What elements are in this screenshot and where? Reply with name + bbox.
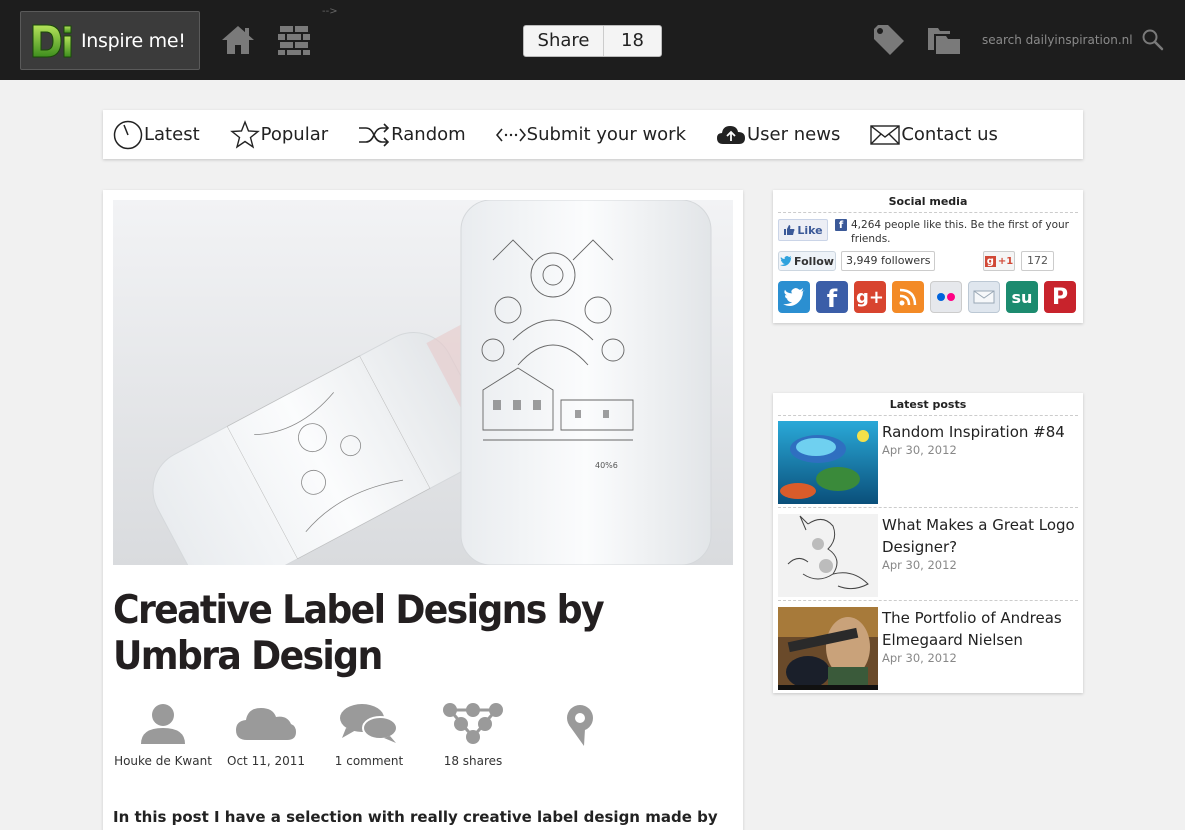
facebook-like-button[interactable]: Like [778, 219, 828, 241]
thumbs-up-icon [784, 225, 795, 235]
star-icon [229, 119, 260, 149]
divider [778, 507, 1078, 508]
latest-posts-widget: Latest posts Random Inspiration #84 Apr … [773, 393, 1083, 693]
meta-location[interactable] [521, 702, 631, 752]
inspire-me-button[interactable]: Inspire me! [20, 11, 200, 70]
gplus-label: +1 [997, 255, 1014, 267]
latest-post-title[interactable]: What Makes a Great Logo Designer? [882, 514, 1078, 558]
facebook-like-text: 4,264 people like this. Be the first of … [851, 219, 1069, 245]
latest-post-date: Apr 30, 2012 [882, 651, 957, 665]
brick-wall-icon[interactable] [278, 25, 310, 59]
share-count: 18 [621, 30, 644, 51]
social-media-heading: Social media [778, 190, 1078, 213]
nav-label: Submit your work [526, 124, 686, 145]
post-title[interactable]: Creative Label Designs by Umbra Design [113, 588, 680, 680]
twitter-follow-button[interactable]: Follow [778, 251, 836, 271]
stumbleupon-icon[interactable]: su [1006, 281, 1038, 313]
divider [778, 600, 1078, 601]
latest-post-thumbnail[interactable] [778, 421, 878, 504]
nav-item-popular[interactable]: Popular [229, 119, 329, 150]
google-plus-one-button[interactable]: g +1 [983, 251, 1015, 271]
twitter-follow-label: Follow [794, 254, 834, 268]
clock-icon [113, 120, 143, 149]
share-label: Share [524, 26, 604, 56]
latest-post-title[interactable]: The Portfolio of Andreas Elmegaard Niels… [882, 607, 1078, 651]
twitter-bird-icon [780, 256, 793, 266]
latest-post-item[interactable]: What Makes a Great Logo Designer? Apr 30… [778, 514, 1078, 604]
nav-item-submit[interactable]: Submit your work [495, 124, 686, 145]
nav-item-random[interactable]: Random [358, 122, 466, 148]
post-intro: In this post I have a selection with rea… [113, 808, 718, 826]
flickr-icon[interactable] [930, 281, 962, 313]
code-arrows-icon [495, 127, 526, 142]
meta-shares[interactable]: 18 shares [418, 702, 528, 768]
nav-label: Popular [260, 124, 329, 145]
nav-item-contact[interactable]: Contact us [870, 124, 998, 146]
shuffle-icon [359, 122, 390, 147]
latest-post-item[interactable]: Random Inspiration #84 Apr 30, 2012 [778, 421, 1078, 511]
meta-comments[interactable]: 1 comment [314, 702, 424, 768]
map-pin-icon [567, 705, 593, 746]
meta-date-label: Oct 11, 2011 [227, 754, 305, 768]
meta-author-label: Houke de Kwant [114, 754, 212, 768]
latest-post-date: Apr 30, 2012 [882, 443, 957, 457]
email-icon[interactable] [968, 281, 1000, 313]
twitter-icon[interactable] [778, 281, 810, 313]
nav-item-user-news[interactable]: User news [716, 124, 840, 146]
network-icon [443, 703, 503, 744]
meta-comments-label: 1 comment [334, 754, 404, 768]
nav-label: Contact us [901, 124, 998, 145]
social-icons-row: f g+ su P [778, 281, 1082, 313]
latest-posts-heading: Latest posts [778, 393, 1078, 416]
pinterest-icon[interactable]: P [1044, 281, 1076, 313]
stray-text: --> [322, 6, 338, 17]
latest-post-thumbnail[interactable] [778, 607, 878, 690]
post-hero-image[interactable]: 40%6 [113, 200, 733, 565]
google-plus-icon[interactable]: g+ [854, 281, 886, 313]
meta-author[interactable]: Houke de Kwant [108, 702, 218, 768]
folders-icon[interactable] [928, 26, 960, 58]
nav-item-latest[interactable]: Latest [113, 120, 200, 150]
twitter-followers-count: 3,949 followers [841, 251, 936, 271]
share-button[interactable]: Share 18 [523, 25, 662, 57]
latest-post-thumbnail[interactable] [778, 514, 878, 597]
speech-bubbles-icon [340, 704, 398, 743]
post-card: 40%6 Creative Label Designs by Umbra Des… [103, 190, 743, 830]
latest-post-item[interactable]: The Portfolio of Andreas Elmegaard Niels… [778, 607, 1078, 697]
latest-post-title[interactable]: Random Inspiration #84 [882, 421, 1078, 443]
search-icon[interactable] [1142, 29, 1164, 55]
person-icon [141, 704, 185, 744]
google-plus-count: 172 [1021, 251, 1054, 271]
latest-post-date: Apr 30, 2012 [882, 558, 957, 572]
facebook-icon[interactable]: f [816, 281, 848, 313]
rss-icon[interactable] [892, 281, 924, 313]
cloud-upload-icon [717, 125, 745, 144]
meta-shares-label: 18 shares [443, 754, 503, 768]
social-media-widget: Social media Like f 4,264 people like th… [773, 190, 1083, 323]
home-icon[interactable] [220, 24, 256, 60]
nav-label: User news [747, 124, 841, 145]
envelope-icon [870, 124, 901, 145]
meta-date: Oct 11, 2011 [211, 702, 321, 768]
di-logo [29, 20, 77, 62]
top-bar: Inspire me! --> Share 18 search dailyins… [0, 0, 1185, 80]
tag-icon[interactable] [872, 24, 906, 60]
facebook-like-label: Like [797, 223, 823, 237]
nav-label: Latest [144, 124, 200, 145]
nav-label: Random [391, 124, 466, 145]
cloud-icon [236, 708, 296, 740]
main-nav: Latest Popular Random Submit your work U… [103, 110, 1083, 159]
logo-text: Inspire me! [81, 29, 186, 52]
hero-label-text: 40%6 [595, 461, 618, 470]
search-input[interactable]: search dailyinspiration.nl [982, 33, 1133, 47]
